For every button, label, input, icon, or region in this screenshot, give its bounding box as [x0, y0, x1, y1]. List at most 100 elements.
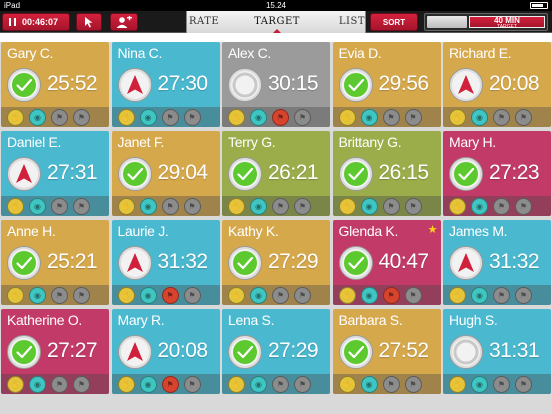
- student-card[interactable]: Daniel E. 27:31 ✋ ◉ ⚑ ⚑: [1, 131, 109, 216]
- runner-icon[interactable]: ⚑: [404, 197, 422, 215]
- globe-icon[interactable]: ◉: [360, 286, 378, 304]
- globe-icon[interactable]: ◉: [360, 375, 378, 393]
- runner-icon[interactable]: ⚑: [183, 197, 201, 215]
- runner-icon[interactable]: ⚑: [161, 108, 179, 126]
- student-card[interactable]: Richard E. 20:08 ✋ ◉ ⚑ ⚑: [443, 42, 551, 127]
- student-card[interactable]: Laurie J. 31:32 ✋ ◉ ⚑ ⚑: [111, 220, 220, 305]
- globe-icon[interactable]: ◉: [139, 108, 157, 126]
- target-dial[interactable]: [338, 68, 373, 102]
- target-dial[interactable]: [338, 246, 373, 280]
- runner-icon[interactable]: ⚑: [294, 286, 311, 304]
- target-dial[interactable]: [338, 335, 373, 369]
- globe-icon[interactable]: ◉: [139, 286, 157, 304]
- coin-icon[interactable]: ✋: [7, 197, 24, 215]
- runner-icon[interactable]: ⚑: [382, 375, 400, 393]
- coin-icon[interactable]: ✋: [117, 108, 135, 126]
- student-card[interactable]: Alex C. 30:15 ✋ ◉ ⚑ ⚑: [222, 42, 330, 127]
- runner-icon[interactable]: ⚑: [493, 197, 510, 215]
- runner-icon[interactable]: ⚑: [51, 286, 68, 304]
- coin-icon[interactable]: ✋: [338, 375, 356, 393]
- globe-icon[interactable]: ◉: [471, 197, 488, 215]
- runner-icon[interactable]: ⚑: [51, 197, 68, 215]
- runner-icon[interactable]: ⚑: [493, 375, 510, 393]
- runner-icon[interactable]: ⚑: [294, 375, 311, 393]
- tab-rate[interactable]: RATE: [187, 11, 225, 33]
- runner-icon[interactable]: ⚑: [73, 286, 90, 304]
- globe-icon[interactable]: ◉: [471, 375, 488, 393]
- student-card[interactable]: Lena S. 27:29 ✋ ◉ ⚑ ⚑: [222, 309, 330, 394]
- coin-icon[interactable]: ✋: [338, 286, 356, 304]
- student-card[interactable]: Anne H. 25:21 ✋ ◉ ⚑ ⚑: [1, 220, 109, 305]
- globe-icon[interactable]: ◉: [471, 108, 488, 126]
- runner-icon[interactable]: ⚑: [183, 375, 201, 393]
- student-card[interactable]: Janet F. 29:04 ✋ ◉ ⚑ ⚑: [111, 131, 220, 216]
- runner-icon[interactable]: ⚑: [515, 197, 532, 215]
- runner-icon[interactable]: ⚑: [272, 375, 289, 393]
- coin-icon[interactable]: ✋: [449, 197, 466, 215]
- target-dial[interactable]: [7, 335, 41, 369]
- student-card[interactable]: Glenda K. ★ 40:47 ✋ ◉ ⚑ ⚑: [332, 220, 441, 305]
- runner-icon[interactable]: ⚑: [73, 375, 90, 393]
- runner-icon[interactable]: ⚑: [51, 375, 68, 393]
- runner-icon[interactable]: ⚑: [294, 108, 311, 126]
- globe-icon[interactable]: ◉: [360, 197, 378, 215]
- runner-icon[interactable]: ⚑: [73, 197, 90, 215]
- globe-icon[interactable]: ◉: [250, 286, 267, 304]
- runner-icon[interactable]: ⚑: [183, 286, 201, 304]
- student-card[interactable]: Nina C. 27:30 ✋ ◉ ⚑ ⚑: [111, 42, 220, 127]
- pause-timer-button[interactable]: 00:46:07: [2, 13, 70, 31]
- globe-icon[interactable]: ◉: [250, 108, 267, 126]
- student-card[interactable]: Brittany G. 26:15 ✋ ◉ ⚑ ⚑: [332, 131, 441, 216]
- coin-icon[interactable]: ✋: [7, 286, 24, 304]
- runner-icon[interactable]: ⚑: [272, 286, 289, 304]
- target-dial[interactable]: [228, 157, 262, 191]
- coin-icon[interactable]: ✋: [117, 375, 135, 393]
- target-dial[interactable]: [7, 246, 41, 280]
- coin-icon[interactable]: ✋: [449, 375, 466, 393]
- coin-icon[interactable]: ✋: [117, 286, 135, 304]
- target-dial[interactable]: [228, 246, 262, 280]
- student-card[interactable]: Evia D. 29:56 ✋ ◉ ⚑ ⚑: [332, 42, 441, 127]
- runner-icon[interactable]: ⚑: [73, 108, 90, 126]
- student-card[interactable]: Hugh S. 31:31 ✋ ◉ ⚑ ⚑: [443, 309, 551, 394]
- runner-icon[interactable]: ⚑: [382, 108, 400, 126]
- globe-icon[interactable]: ◉: [29, 286, 46, 304]
- coin-icon[interactable]: ✋: [338, 197, 356, 215]
- runner-icon[interactable]: ⚑: [161, 197, 179, 215]
- globe-icon[interactable]: ◉: [139, 375, 157, 393]
- runner-icon[interactable]: ⚑: [382, 286, 400, 304]
- runner-icon[interactable]: ⚑: [515, 286, 532, 304]
- coin-icon[interactable]: ✋: [449, 108, 466, 126]
- coin-icon[interactable]: ✋: [338, 108, 356, 126]
- runner-icon[interactable]: ⚑: [51, 108, 68, 126]
- globe-icon[interactable]: ◉: [471, 286, 488, 304]
- target-dial[interactable]: [117, 157, 152, 191]
- globe-icon[interactable]: ◉: [139, 197, 157, 215]
- coin-icon[interactable]: ✋: [228, 286, 245, 304]
- student-card[interactable]: Mary R. 20:08 ✋ ◉ ⚑ ⚑: [111, 309, 220, 394]
- globe-icon[interactable]: ◉: [250, 375, 267, 393]
- coin-icon[interactable]: ✋: [228, 108, 245, 126]
- target-dial[interactable]: [449, 68, 483, 102]
- target-dial[interactable]: [7, 68, 41, 102]
- student-card[interactable]: Terry G. 26:21 ✋ ◉ ⚑ ⚑: [222, 131, 330, 216]
- select-mode-button[interactable]: [76, 13, 102, 31]
- globe-icon[interactable]: ◉: [29, 108, 46, 126]
- student-card[interactable]: Gary C. 25:52 ✋ ◉ ⚑ ⚑: [1, 42, 109, 127]
- add-student-button[interactable]: [110, 13, 138, 31]
- runner-icon[interactable]: ⚑: [404, 286, 422, 304]
- coin-icon[interactable]: ✋: [228, 375, 245, 393]
- student-card[interactable]: James M. 31:32 ✋ ◉ ⚑ ⚑: [443, 220, 551, 305]
- target-dial[interactable]: [449, 335, 483, 369]
- target-dial[interactable]: [449, 246, 483, 280]
- runner-icon[interactable]: ⚑: [183, 108, 201, 126]
- target-dial[interactable]: [117, 335, 152, 369]
- runner-icon[interactable]: ⚑: [161, 375, 179, 393]
- runner-icon[interactable]: ⚑: [493, 286, 510, 304]
- target-dial[interactable]: [117, 68, 152, 102]
- target-dial[interactable]: [338, 157, 373, 191]
- coin-icon[interactable]: ✋: [7, 108, 24, 126]
- coin-icon[interactable]: ✋: [117, 197, 135, 215]
- runner-icon[interactable]: ⚑: [382, 197, 400, 215]
- runner-icon[interactable]: ⚑: [404, 108, 422, 126]
